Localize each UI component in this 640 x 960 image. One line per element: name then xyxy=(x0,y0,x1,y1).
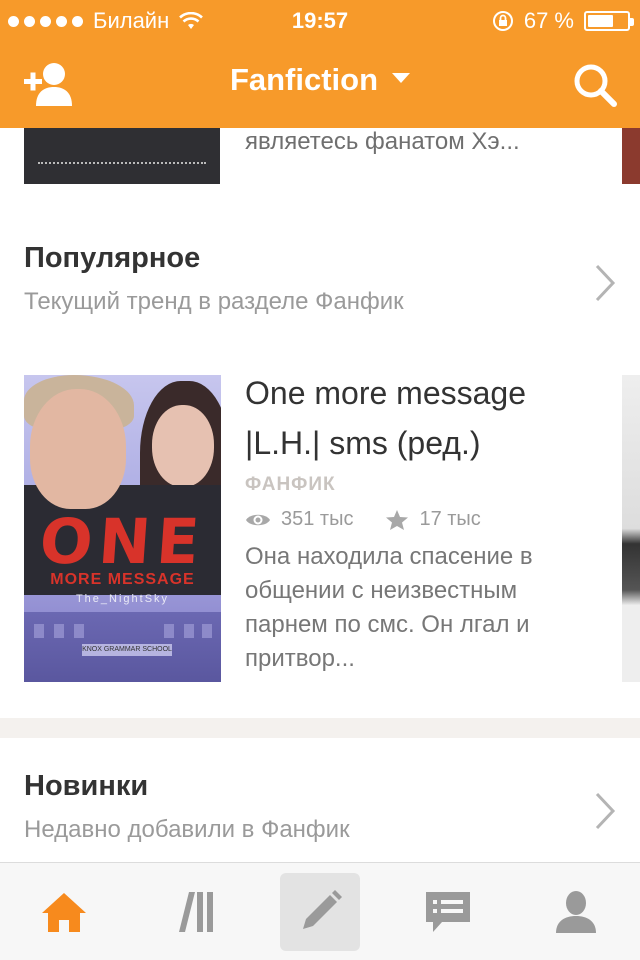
page-title[interactable]: Fanfiction xyxy=(0,62,640,98)
cover-author: The_NightSky xyxy=(75,593,170,605)
library-icon xyxy=(179,892,213,932)
book-description: являетесь фанатом Хэ... xyxy=(245,128,520,155)
tab-write[interactable] xyxy=(280,873,360,951)
previous-book-card[interactable]: являетесь фанатом Хэ... xyxy=(0,128,640,190)
section-title[interactable]: Новинки xyxy=(24,770,148,803)
search-icon[interactable] xyxy=(572,62,618,108)
title-label: Fanfiction xyxy=(229,62,379,97)
cover-subtitle: MORE MESSAGE xyxy=(50,571,195,588)
battery-percent: 67 % xyxy=(523,8,574,33)
app-header: Билайн 19:57 67 % Fanfiction xyxy=(0,0,640,128)
new-section: Новинки Недавно добавили в Фанфик xyxy=(0,738,640,862)
book-stats: 351 тыс 17 тыс xyxy=(245,508,481,531)
views-count: 351 тыс xyxy=(281,508,354,530)
tab-bar xyxy=(0,862,640,960)
book-title[interactable]: One more message |L.H.| sms (ред.) xyxy=(245,368,595,468)
rotation-lock-icon xyxy=(492,11,513,31)
cover-title: ONE xyxy=(37,505,208,578)
profile-icon xyxy=(556,891,596,933)
tab-messages[interactable] xyxy=(408,873,488,951)
tab-home[interactable] xyxy=(24,873,104,951)
home-icon xyxy=(42,893,86,932)
votes-count: 17 тыс xyxy=(419,508,481,530)
section-subtitle: Текущий тренд в разделе Фанфик xyxy=(24,288,404,315)
battery-icon xyxy=(584,11,634,31)
tab-library[interactable] xyxy=(152,873,232,951)
write-icon xyxy=(303,890,342,929)
chevron-down-icon xyxy=(392,72,411,83)
tab-profile[interactable] xyxy=(536,873,616,951)
popular-section: Популярное Текущий тренд в разделе Фанфи… xyxy=(0,190,640,718)
battery-info: 67 % xyxy=(492,8,634,34)
book-category: ФАНФИК xyxy=(245,474,336,495)
section-subtitle: Недавно добавили в Фанфик xyxy=(24,816,350,843)
chevron-right-icon[interactable] xyxy=(594,263,616,303)
status-bar: Билайн 19:57 67 % xyxy=(0,0,640,40)
chevron-right-icon[interactable] xyxy=(594,791,616,831)
book-cover xyxy=(24,128,220,184)
book-description: Она находила спасение в общении с неизве… xyxy=(245,543,533,672)
messages-icon xyxy=(426,892,470,932)
section-title[interactable]: Популярное xyxy=(24,242,200,275)
next-book-cover xyxy=(622,128,640,184)
next-book-cover[interactable] xyxy=(622,375,640,682)
star-icon xyxy=(386,509,409,530)
eye-icon xyxy=(246,514,270,525)
book-cover[interactable]: KNOX GRAMMAR SCHOOL ONE MORE MESSAGE The… xyxy=(24,375,221,682)
